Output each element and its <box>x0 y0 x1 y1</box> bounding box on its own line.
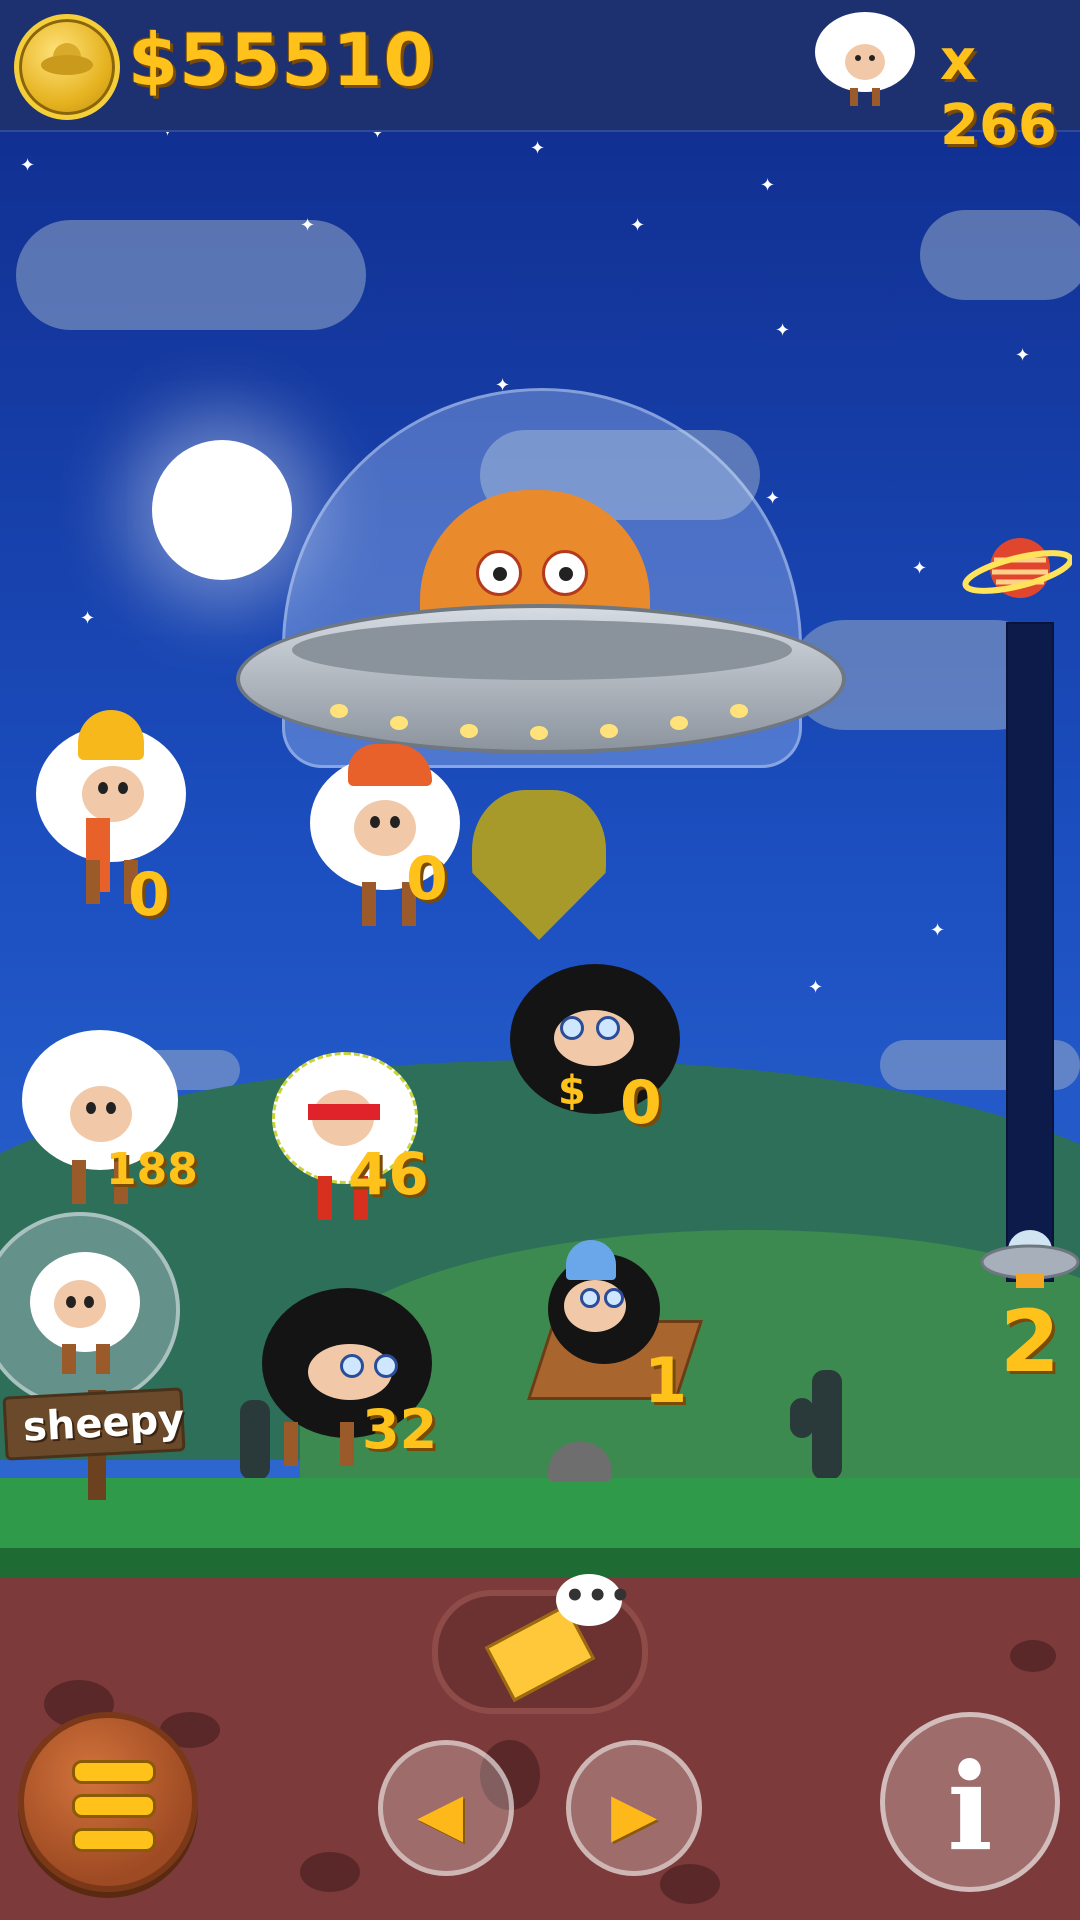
sheep-icon <box>815 12 915 106</box>
sheep-count: 1 <box>644 1344 688 1417</box>
menu-icon <box>72 1760 156 1784</box>
beanie-hat <box>78 710 144 760</box>
star: ✦ <box>912 558 928 579</box>
info-button[interactable]: i <box>880 1712 1060 1892</box>
sheep-total-count: x 266 <box>940 28 1057 158</box>
menu-button[interactable] <box>18 1712 198 1892</box>
moon <box>152 440 292 580</box>
cactus <box>812 1370 842 1480</box>
sheep-count: 0 <box>128 860 170 930</box>
ufo-thruster-flame <box>472 790 606 940</box>
gold-chain: $ <box>558 1068 586 1114</box>
cactus <box>790 1398 814 1438</box>
progress-track <box>1006 622 1054 1282</box>
sheep-count: 32 <box>362 1398 438 1461</box>
star: ✦ <box>530 138 546 159</box>
ninja-mask <box>308 1104 380 1120</box>
sheep-sled[interactable]: 1 <box>540 1240 720 1417</box>
glasses <box>580 1288 600 1308</box>
info-icon: i <box>947 1737 993 1878</box>
planet-icon <box>962 538 1072 598</box>
sheep-beanie-scarf[interactable]: 0 <box>36 710 196 950</box>
star: ✦ <box>808 977 824 998</box>
sheep-black-glasses[interactable]: 32 <box>262 1288 452 1468</box>
sheep-count: 0 <box>406 844 448 914</box>
rock <box>300 1852 360 1892</box>
cloud <box>920 210 1080 300</box>
glasses <box>596 1016 620 1040</box>
sheep-cap[interactable]: 0 <box>310 744 470 926</box>
chat-dots: ••• <box>564 1576 633 1616</box>
star: ✦ <box>300 215 316 236</box>
rock <box>1010 1640 1056 1672</box>
sheepy-sign[interactable]: sheepy <box>2 1387 186 1461</box>
grass <box>0 1478 1080 1558</box>
money-counter: $55510 <box>128 18 435 102</box>
grass-edge <box>0 1548 1080 1578</box>
rock <box>660 1864 720 1904</box>
knit-hat <box>566 1240 616 1280</box>
game-scene: ✦ ✦ ✦ ✦ ✦ ✦ ✦ ✦ ✦ ✦ ✦ ✦ ✦ ✦ ✦ ✦ <box>0 0 1080 1920</box>
glasses <box>340 1354 364 1378</box>
sheep-black-bling[interactable]: $ 0 <box>510 964 690 1144</box>
progress-level: 2 <box>1000 1292 1060 1392</box>
glasses <box>604 1288 624 1308</box>
star: ✦ <box>760 175 776 196</box>
chat-bubble-icon: ••• <box>556 1574 631 1626</box>
star: ✦ <box>80 608 96 629</box>
cap-hat <box>348 744 432 786</box>
top-bar: $55510 x 266 <box>0 0 1080 158</box>
coin-ufo-icon <box>14 14 120 120</box>
sheep-count: 46 <box>348 1140 429 1208</box>
cloud <box>16 220 366 330</box>
prev-button[interactable]: ◀ <box>378 1740 514 1876</box>
sheep-ninja[interactable]: 46 <box>272 1040 442 1220</box>
left-arrow-icon: ◀ <box>417 1780 464 1850</box>
mini-ufo-icon <box>980 1230 1080 1288</box>
glasses <box>560 1016 584 1040</box>
star: ✦ <box>930 920 946 941</box>
star: ✦ <box>775 320 791 341</box>
sheep-count: 0 <box>620 1068 662 1138</box>
sheep-plain[interactable]: 188 <box>22 1030 198 1210</box>
star: ✦ <box>1015 345 1031 366</box>
sheep-count: 188 <box>106 1144 198 1195</box>
glasses <box>374 1354 398 1378</box>
next-button[interactable]: ▶ <box>566 1740 702 1876</box>
right-arrow-icon: ▶ <box>611 1780 658 1850</box>
star: ✦ <box>630 215 646 236</box>
sheepy-sign-label: sheepy <box>21 1396 186 1451</box>
star: ✦ <box>765 488 781 509</box>
ufo-rim <box>292 620 792 680</box>
alien-eye <box>476 550 522 596</box>
star: ✦ <box>20 155 36 176</box>
alien-eye <box>542 550 588 596</box>
